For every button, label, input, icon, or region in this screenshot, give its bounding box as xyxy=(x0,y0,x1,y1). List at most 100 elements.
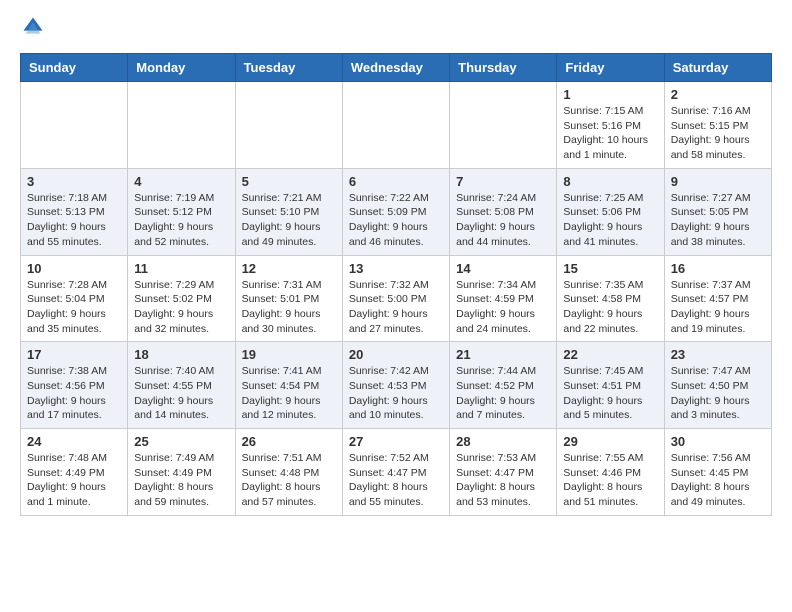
day-info: Sunrise: 7:21 AM Sunset: 5:10 PM Dayligh… xyxy=(242,191,336,250)
day-info: Sunrise: 7:41 AM Sunset: 4:54 PM Dayligh… xyxy=(242,364,336,423)
day-info: Sunrise: 7:34 AM Sunset: 4:59 PM Dayligh… xyxy=(456,278,550,337)
day-cell: 19 Sunrise: 7:41 AM Sunset: 4:54 PM Dayli… xyxy=(235,342,342,429)
day-cell: 17 Sunrise: 7:38 AM Sunset: 4:56 PM Dayli… xyxy=(21,342,128,429)
day-cell: 8Sunrise: 7:25 AM Sunset: 5:06 PM Daylig… xyxy=(557,168,664,255)
weekday-header-friday: Friday xyxy=(557,54,664,82)
day-info: Sunrise: 7:28 AM Sunset: 5:04 PM Dayligh… xyxy=(27,278,121,337)
weekday-header-wednesday: Wednesday xyxy=(342,54,449,82)
day-number: 4 xyxy=(134,174,228,189)
day-cell: 30 Sunrise: 7:56 AM Sunset: 4:45 PM Dayli… xyxy=(664,429,771,516)
day-cell: 5 Sunrise: 7:21 AM Sunset: 5:10 PM Daylig… xyxy=(235,168,342,255)
weekday-header-monday: Monday xyxy=(128,54,235,82)
day-cell: 26Sunrise: 7:51 AM Sunset: 4:48 PM Dayli… xyxy=(235,429,342,516)
day-cell: 18 Sunrise: 7:40 AM Sunset: 4:55 PM Dayli… xyxy=(128,342,235,429)
calendar-table: SundayMondayTuesdayWednesdayThursdayFrid… xyxy=(20,53,772,516)
day-info: Sunrise: 7:38 AM Sunset: 4:56 PM Dayligh… xyxy=(27,364,121,423)
day-info: Sunrise: 7:48 AM Sunset: 4:49 PM Dayligh… xyxy=(27,451,121,510)
day-cell: 15 Sunrise: 7:35 AM Sunset: 4:58 PM Dayli… xyxy=(557,255,664,342)
day-number: 12 xyxy=(242,261,336,276)
day-number: 8 xyxy=(563,174,657,189)
day-number: 21 xyxy=(456,347,550,362)
day-number: 20 xyxy=(349,347,443,362)
day-info: Sunrise: 7:15 AM Sunset: 5:16 PM Dayligh… xyxy=(563,104,657,163)
day-cell: 11Sunrise: 7:29 AM Sunset: 5:02 PM Dayli… xyxy=(128,255,235,342)
week-row-2: 3 Sunrise: 7:18 AM Sunset: 5:13 PM Daylig… xyxy=(21,168,772,255)
day-number: 7 xyxy=(456,174,550,189)
day-info: Sunrise: 7:42 AM Sunset: 4:53 PM Dayligh… xyxy=(349,364,443,423)
weekday-header-sunday: Sunday xyxy=(21,54,128,82)
day-cell: 2Sunrise: 7:16 AM Sunset: 5:15 PM Daylig… xyxy=(664,82,771,169)
day-cell: 12 Sunrise: 7:31 AM Sunset: 5:01 PM Dayli… xyxy=(235,255,342,342)
day-number: 6 xyxy=(349,174,443,189)
day-info: Sunrise: 7:52 AM Sunset: 4:47 PM Dayligh… xyxy=(349,451,443,510)
day-cell: 27 Sunrise: 7:52 AM Sunset: 4:47 PM Dayli… xyxy=(342,429,449,516)
day-number: 27 xyxy=(349,434,443,449)
day-number: 29 xyxy=(563,434,657,449)
day-cell: 23Sunrise: 7:47 AM Sunset: 4:50 PM Dayli… xyxy=(664,342,771,429)
day-info: Sunrise: 7:31 AM Sunset: 5:01 PM Dayligh… xyxy=(242,278,336,337)
day-cell xyxy=(450,82,557,169)
day-info: Sunrise: 7:40 AM Sunset: 4:55 PM Dayligh… xyxy=(134,364,228,423)
day-number: 14 xyxy=(456,261,550,276)
day-cell: 6 Sunrise: 7:22 AM Sunset: 5:09 PM Daylig… xyxy=(342,168,449,255)
day-number: 30 xyxy=(671,434,765,449)
day-number: 15 xyxy=(563,261,657,276)
weekday-header-tuesday: Tuesday xyxy=(235,54,342,82)
day-info: Sunrise: 7:16 AM Sunset: 5:15 PM Dayligh… xyxy=(671,104,765,163)
weekday-header-thursday: Thursday xyxy=(450,54,557,82)
day-cell: 7 Sunrise: 7:24 AM Sunset: 5:08 PM Daylig… xyxy=(450,168,557,255)
day-cell: 29 Sunrise: 7:55 AM Sunset: 4:46 PM Dayli… xyxy=(557,429,664,516)
day-cell: 24 Sunrise: 7:48 AM Sunset: 4:49 PM Dayli… xyxy=(21,429,128,516)
day-info: Sunrise: 7:22 AM Sunset: 5:09 PM Dayligh… xyxy=(349,191,443,250)
day-number: 22 xyxy=(563,347,657,362)
day-cell xyxy=(235,82,342,169)
day-cell xyxy=(342,82,449,169)
day-info: Sunrise: 7:18 AM Sunset: 5:13 PM Dayligh… xyxy=(27,191,121,250)
day-cell: 21 Sunrise: 7:44 AM Sunset: 4:52 PM Dayli… xyxy=(450,342,557,429)
day-number: 26 xyxy=(242,434,336,449)
day-cell: 10Sunrise: 7:28 AM Sunset: 5:04 PM Dayli… xyxy=(21,255,128,342)
logo xyxy=(20,16,46,43)
day-number: 28 xyxy=(456,434,550,449)
day-info: Sunrise: 7:19 AM Sunset: 5:12 PM Dayligh… xyxy=(134,191,228,250)
day-info: Sunrise: 7:44 AM Sunset: 4:52 PM Dayligh… xyxy=(456,364,550,423)
week-row-5: 24 Sunrise: 7:48 AM Sunset: 4:49 PM Dayli… xyxy=(21,429,772,516)
logo-icon xyxy=(22,16,44,38)
day-info: Sunrise: 7:29 AM Sunset: 5:02 PM Dayligh… xyxy=(134,278,228,337)
day-info: Sunrise: 7:49 AM Sunset: 4:49 PM Dayligh… xyxy=(134,451,228,510)
weekday-header-row: SundayMondayTuesdayWednesdayThursdayFrid… xyxy=(21,54,772,82)
day-info: Sunrise: 7:47 AM Sunset: 4:50 PM Dayligh… xyxy=(671,364,765,423)
day-info: Sunrise: 7:53 AM Sunset: 4:47 PM Dayligh… xyxy=(456,451,550,510)
day-cell: 3 Sunrise: 7:18 AM Sunset: 5:13 PM Daylig… xyxy=(21,168,128,255)
day-info: Sunrise: 7:37 AM Sunset: 4:57 PM Dayligh… xyxy=(671,278,765,337)
header xyxy=(20,16,772,43)
day-info: Sunrise: 7:56 AM Sunset: 4:45 PM Dayligh… xyxy=(671,451,765,510)
day-number: 17 xyxy=(27,347,121,362)
day-number: 9 xyxy=(671,174,765,189)
day-number: 16 xyxy=(671,261,765,276)
day-number: 1 xyxy=(563,87,657,102)
day-cell: 13 Sunrise: 7:32 AM Sunset: 5:00 PM Dayli… xyxy=(342,255,449,342)
day-info: Sunrise: 7:35 AM Sunset: 4:58 PM Dayligh… xyxy=(563,278,657,337)
day-number: 3 xyxy=(27,174,121,189)
day-info: Sunrise: 7:32 AM Sunset: 5:00 PM Dayligh… xyxy=(349,278,443,337)
day-cell: 16 Sunrise: 7:37 AM Sunset: 4:57 PM Dayli… xyxy=(664,255,771,342)
day-number: 25 xyxy=(134,434,228,449)
week-row-3: 10Sunrise: 7:28 AM Sunset: 5:04 PM Dayli… xyxy=(21,255,772,342)
page: SundayMondayTuesdayWednesdayThursdayFrid… xyxy=(0,0,792,532)
day-number: 18 xyxy=(134,347,228,362)
day-info: Sunrise: 7:55 AM Sunset: 4:46 PM Dayligh… xyxy=(563,451,657,510)
day-cell xyxy=(21,82,128,169)
week-row-4: 17 Sunrise: 7:38 AM Sunset: 4:56 PM Dayli… xyxy=(21,342,772,429)
day-number: 13 xyxy=(349,261,443,276)
day-cell: 9Sunrise: 7:27 AM Sunset: 5:05 PM Daylig… xyxy=(664,168,771,255)
day-cell: 14 Sunrise: 7:34 AM Sunset: 4:59 PM Dayli… xyxy=(450,255,557,342)
day-cell: 25 Sunrise: 7:49 AM Sunset: 4:49 PM Dayli… xyxy=(128,429,235,516)
day-number: 24 xyxy=(27,434,121,449)
day-number: 19 xyxy=(242,347,336,362)
day-number: 5 xyxy=(242,174,336,189)
day-cell: 22Sunrise: 7:45 AM Sunset: 4:51 PM Dayli… xyxy=(557,342,664,429)
day-cell: 28 Sunrise: 7:53 AM Sunset: 4:47 PM Dayli… xyxy=(450,429,557,516)
day-info: Sunrise: 7:24 AM Sunset: 5:08 PM Dayligh… xyxy=(456,191,550,250)
day-cell: 4 Sunrise: 7:19 AM Sunset: 5:12 PM Daylig… xyxy=(128,168,235,255)
